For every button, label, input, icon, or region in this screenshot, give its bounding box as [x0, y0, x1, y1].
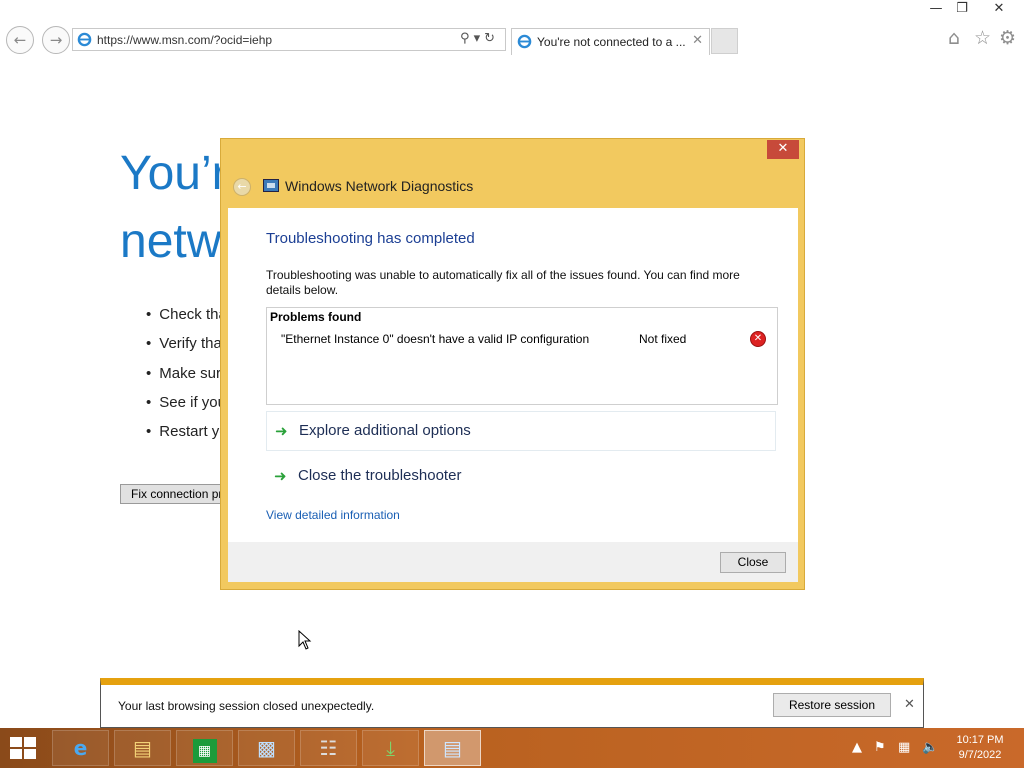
list-item: See if you [146, 394, 226, 411]
view-detailed-information-link[interactable]: View detailed information [266, 508, 400, 522]
notification-bar: Your last browsing session closed unexpe… [100, 678, 924, 728]
download-folder-icon[interactable]: ⤓ [362, 730, 419, 766]
file-explorer-icon[interactable]: ▤ [114, 730, 171, 766]
browser-toolbar: ← → https://www.msn.com/?ocid=iehp ⚲▾↻ Y… [0, 0, 1024, 56]
restore-session-button[interactable]: Restore session [773, 693, 891, 717]
gear-icon[interactable]: ⚙ [999, 27, 1016, 49]
network-diagnostics-icon [263, 179, 279, 192]
control-panel-icon[interactable]: ▩ [238, 730, 295, 766]
network-diagnostics-task-icon[interactable]: ▤ [424, 730, 481, 766]
address-bar[interactable]: https://www.msn.com/?ocid=iehp ⚲▾↻ [72, 28, 506, 51]
home-icon[interactable]: ⌂ [948, 27, 960, 49]
show-hidden-icons-icon[interactable]: ▲ [852, 740, 862, 755]
tab-close-icon[interactable]: ✕ [692, 33, 703, 48]
list-item: Verify tha [146, 335, 222, 352]
system-clock[interactable]: 10:17 PM 9/7/2022 [950, 733, 1010, 763]
page-heading-line2: netw [120, 215, 222, 268]
network-diagnostics-dialog: ✕ ← Windows Network Diagnostics Troubles… [220, 138, 805, 590]
error-icon: ✕ [750, 331, 766, 347]
green-arrow-icon: ➜ [275, 422, 288, 440]
search-icon[interactable]: ⚲ [460, 31, 474, 46]
address-url: https://www.msn.com/?ocid=iehp [97, 33, 273, 47]
close-troubleshooter-link[interactable]: ➜ Close the troubleshooter [266, 457, 776, 497]
list-item: Check tha [146, 306, 227, 323]
taskbar: e ▤ ▦ ▩ ☷ ⤓ ▤ ▲ ⚑ ▦ 🔈 10:17 PM 9/7/2022 [0, 728, 1024, 768]
ie-icon [517, 34, 532, 49]
list-item: Make sur [146, 365, 221, 382]
problem-status: Not fixed [639, 332, 687, 346]
store-icon[interactable]: ▦ [176, 730, 233, 766]
internet-explorer-icon[interactable]: e [52, 730, 109, 766]
option-label: Explore additional options [299, 422, 471, 439]
new-tab-button[interactable] [711, 28, 738, 54]
problems-header: Problems found [270, 310, 362, 324]
dialog-close-icon[interactable]: ✕ [767, 140, 799, 159]
clock-time: 10:17 PM [956, 734, 1004, 746]
close-window-button[interactable]: ✕ [985, 1, 1013, 16]
tab-msn[interactable]: You're not connected to a ... ✕ [511, 28, 710, 55]
back-arrow-icon[interactable]: ← [233, 178, 251, 196]
mouse-cursor-icon [298, 630, 312, 650]
ie-icon [77, 32, 92, 47]
dialog-heading: Troubleshooting has completed [266, 230, 475, 247]
dropdown-icon[interactable]: ▾ [474, 31, 485, 46]
forward-button[interactable]: → [42, 26, 70, 54]
problem-description: "Ethernet Instance 0" doesn't have a val… [281, 332, 590, 346]
close-button[interactable]: Close [720, 552, 786, 573]
problems-list: Problems found "Ethernet Instance 0" doe… [266, 307, 778, 405]
dialog-footer: Close [228, 542, 798, 582]
restore-window-button[interactable]: ❐ [948, 1, 976, 16]
action-center-flag-icon[interactable]: ⚑ [874, 740, 886, 755]
table-row[interactable]: "Ethernet Instance 0" doesn't have a val… [267, 330, 777, 350]
tab-title: You're not connected to a ... [537, 35, 686, 49]
list-item: Restart yo [146, 423, 227, 440]
refresh-icon[interactable]: ↻ [484, 31, 499, 46]
volume-muted-icon[interactable]: 🔈 [922, 740, 938, 755]
dialog-title: Windows Network Diagnostics [285, 178, 474, 194]
notification-close-icon[interactable]: ✕ [904, 697, 915, 712]
windows-start-icon[interactable] [10, 737, 38, 761]
back-button[interactable]: ← [6, 26, 34, 54]
green-arrow-icon: ➜ [274, 467, 287, 485]
page-heading-line1: You’r [120, 147, 228, 200]
option-label: Close the troubleshooter [298, 467, 462, 484]
network-status-icon[interactable]: ▦ [898, 740, 910, 755]
dialog-body: Troubleshooting has completed Troublesho… [228, 208, 798, 542]
favorites-star-icon[interactable]: ☆ [974, 27, 991, 49]
device-manager-icon[interactable]: ☷ [300, 730, 357, 766]
dialog-description: Troubleshooting was unable to automatica… [266, 268, 740, 297]
minimize-button[interactable]: — [922, 1, 950, 16]
clock-date: 9/7/2022 [958, 749, 1002, 761]
explore-options-link[interactable]: ➜ Explore additional options [266, 411, 776, 451]
notification-text: Your last browsing session closed unexpe… [118, 699, 375, 713]
